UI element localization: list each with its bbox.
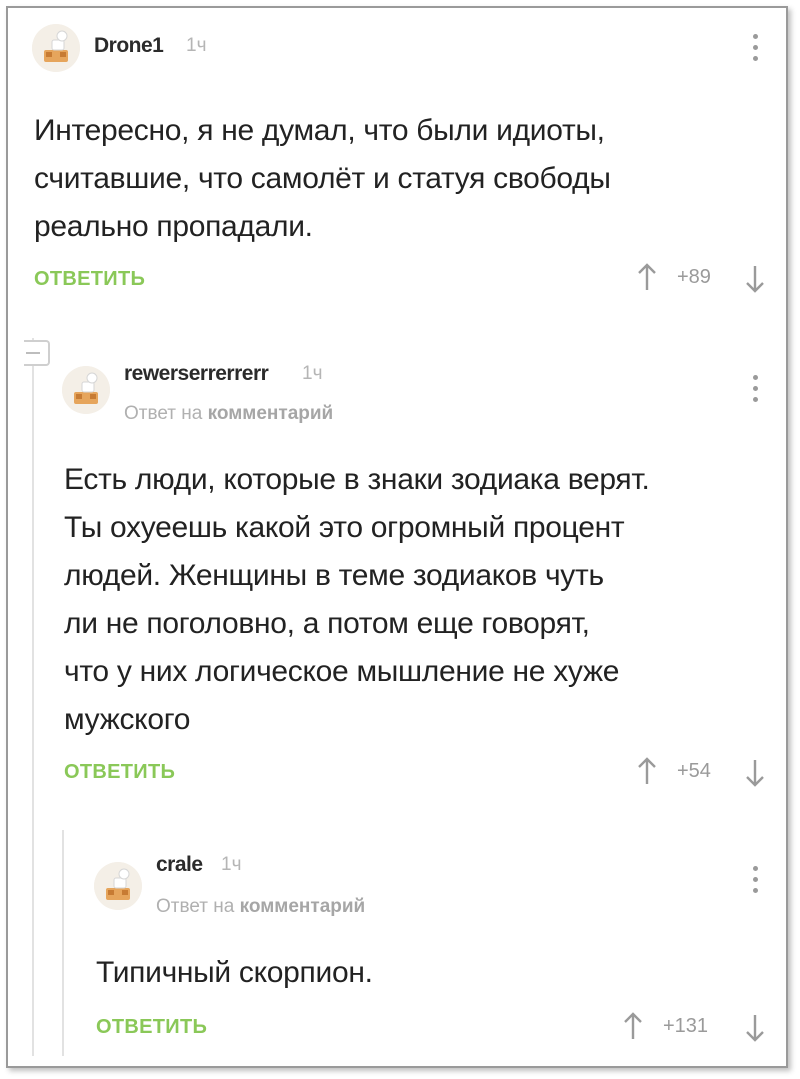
comment-text-line: реально пропадали. — [34, 210, 313, 243]
reply-to-prefix: Ответ на — [156, 896, 235, 917]
thread-line — [32, 338, 34, 1056]
comment-text-line: людей. Женщины в теме зодиаков чуть — [64, 559, 604, 592]
reply-to-label: Ответ на комментарий — [156, 896, 365, 918]
more-vertical-icon[interactable] — [751, 866, 759, 900]
comment-time: 1ч — [221, 854, 242, 875]
more-vertical-icon[interactable] — [751, 375, 759, 409]
arrow-down-icon[interactable] — [744, 1013, 766, 1043]
comment-text-line: мужского — [64, 703, 191, 736]
reply-to-link[interactable]: комментарий — [208, 403, 334, 424]
vote-score: +89 — [677, 266, 711, 288]
comment-text-line: Типичный скорпион. — [96, 956, 373, 989]
avatar[interactable] — [94, 862, 142, 910]
comment-text-line: Ты охуеешь какой это огромный процент — [64, 511, 625, 544]
collapse-thread-icon[interactable] — [24, 340, 50, 366]
reply-button[interactable]: ОТВЕТИТЬ — [64, 761, 175, 784]
comment-time: 1ч — [186, 35, 207, 56]
avatar[interactable] — [32, 24, 80, 72]
comment-text: Типичный скорпион. — [96, 949, 373, 997]
comment-text: Есть люди, которые в знаки зодиака верят… — [64, 456, 650, 744]
default-avatar-icon — [32, 24, 80, 72]
comment-time: 1ч — [302, 363, 323, 384]
default-avatar-icon — [94, 862, 142, 910]
vote-score: +131 — [663, 1015, 709, 1037]
thread-line — [62, 830, 64, 1056]
vote-score: +54 — [677, 760, 711, 782]
reply-to-prefix: Ответ на — [124, 403, 203, 424]
more-vertical-icon[interactable] — [751, 34, 759, 68]
comment-text: Интересно, я не думал, что были идиоты, … — [34, 107, 611, 251]
comment-text-line: что у них логическое мышление не хуже — [64, 655, 620, 688]
arrow-up-icon[interactable] — [636, 262, 658, 292]
default-avatar-icon — [62, 366, 110, 414]
reply-to-label: Ответ на комментарий — [124, 403, 333, 425]
arrow-up-icon[interactable] — [622, 1011, 644, 1041]
username[interactable]: rewerserrerrerr — [124, 362, 269, 386]
username[interactable]: Drone1 — [94, 34, 164, 58]
comment-text-line: Есть люди, которые в знаки зодиака верят… — [64, 463, 650, 496]
comment-text-line: ли не поголовно, а потом еще говорят, — [64, 607, 590, 640]
arrow-up-icon[interactable] — [636, 756, 658, 786]
reply-button[interactable]: ОТВЕТИТЬ — [96, 1016, 207, 1039]
comment-text-line: Интересно, я не думал, что были идиоты, — [34, 114, 605, 147]
reply-button[interactable]: ОТВЕТИТЬ — [34, 268, 145, 291]
arrow-down-icon[interactable] — [744, 758, 766, 788]
avatar[interactable] — [62, 366, 110, 414]
username[interactable]: crale — [156, 853, 203, 877]
arrow-down-icon[interactable] — [744, 264, 766, 294]
reply-to-link[interactable]: комментарий — [240, 896, 366, 917]
comment-text-line: считавшие, что самолёт и статуя свободы — [34, 162, 611, 195]
